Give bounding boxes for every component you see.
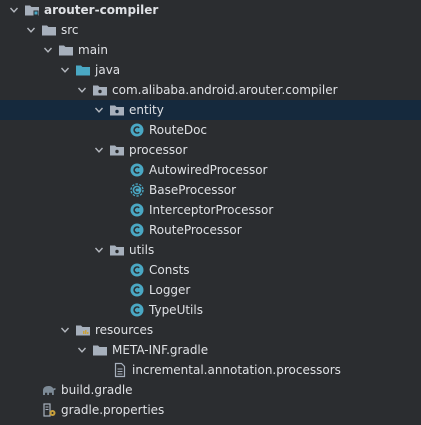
class-icon [129, 302, 145, 318]
tree-item-typeutils[interactable]: TypeUtils [0, 300, 421, 320]
chevron-down-icon[interactable] [75, 340, 89, 360]
package-icon [109, 142, 125, 158]
tree-item-consts[interactable]: Consts [0, 260, 421, 280]
resources-folder-icon [75, 322, 91, 338]
chevron-down-icon[interactable] [58, 320, 72, 340]
tree-item-label: processor [129, 143, 188, 157]
tree-item-label: gradle.properties [61, 403, 165, 417]
tree-item-label: META-INF.gradle [112, 343, 209, 357]
folder-icon [92, 342, 108, 358]
tree-item-package-root[interactable]: com.alibaba.android.arouter.compiler [0, 80, 421, 100]
tree-item-routedoc[interactable]: RouteDoc [0, 120, 421, 140]
tree-item-label: InterceptorProcessor [149, 203, 274, 217]
tree-item-build-gradle[interactable]: build.gradle [0, 380, 421, 400]
tree-item-autowiredprocessor[interactable]: AutowiredProcessor [0, 160, 421, 180]
tree-item-label: BaseProcessor [149, 183, 237, 197]
tree-item-label: java [95, 63, 121, 77]
tree-item-meta-inf-gradle[interactable]: META-INF.gradle [0, 340, 421, 360]
module-folder-icon [24, 2, 40, 18]
tree-item-baseprocessor[interactable]: BaseProcessor [0, 180, 421, 200]
package-icon [109, 242, 125, 258]
tree-item-java[interactable]: java [0, 60, 421, 80]
tree-item-label: Logger [149, 283, 191, 297]
tree-item-logger[interactable]: Logger [0, 280, 421, 300]
tree-item-interceptorprocessor[interactable]: InterceptorProcessor [0, 200, 421, 220]
source-root-folder-icon [75, 62, 91, 78]
tree-item-label: utils [129, 243, 155, 257]
class-icon [129, 282, 145, 298]
tree-item-label: resources [95, 323, 154, 337]
tree-item-label: src [61, 23, 79, 37]
folder-icon [58, 42, 74, 58]
chevron-down-icon[interactable] [75, 80, 89, 100]
tree-item-routeprocessor[interactable]: RouteProcessor [0, 220, 421, 240]
tree-item-src[interactable]: src [0, 20, 421, 40]
tree-item-label: build.gradle [61, 383, 133, 397]
tree-item-label: incremental.annotation.processors [132, 363, 341, 377]
tree-item-utils[interactable]: utils [0, 240, 421, 260]
tree-item-label: Consts [149, 263, 190, 277]
class-icon [129, 202, 145, 218]
chevron-down-icon[interactable] [92, 140, 106, 160]
tree-item-label: TypeUtils [149, 303, 203, 317]
gradle-elephant-icon [41, 382, 57, 398]
chevron-down-icon[interactable] [41, 40, 55, 60]
tree-item-label: RouteProcessor [149, 223, 242, 237]
package-icon [92, 82, 108, 98]
chevron-down-icon[interactable] [7, 0, 21, 20]
class-icon [129, 262, 145, 278]
abstract-class-icon [129, 182, 145, 198]
package-icon [109, 102, 125, 118]
folder-icon [41, 22, 57, 38]
tree-item-label: entity [129, 103, 164, 117]
tree-item-label: arouter-compiler [44, 3, 159, 17]
class-icon [129, 222, 145, 238]
chevron-down-icon[interactable] [58, 60, 72, 80]
tree-item-processor[interactable]: processor [0, 140, 421, 160]
class-icon [129, 122, 145, 138]
tree-item-incremental-annotation-processors[interactable]: incremental.annotation.processors [0, 360, 421, 380]
tree-item-gradle-properties[interactable]: gradle.properties [0, 400, 421, 420]
chevron-down-icon[interactable] [24, 20, 38, 40]
chevron-down-icon[interactable] [92, 240, 106, 260]
tree-item-arouter-compiler[interactable]: arouter-compiler [0, 0, 421, 20]
tree-item-entity[interactable]: entity [0, 100, 421, 120]
tree-item-label: AutowiredProcessor [149, 163, 268, 177]
tree-item-resources[interactable]: resources [0, 320, 421, 340]
tree-item-main[interactable]: main [0, 40, 421, 60]
gradle-properties-icon [41, 402, 57, 418]
file-icon [112, 362, 128, 378]
chevron-down-icon[interactable] [92, 100, 106, 120]
tree-item-label: com.alibaba.android.arouter.compiler [112, 83, 338, 97]
project-tree: arouter-compiler src main java com.aliba… [0, 0, 421, 425]
class-icon [129, 162, 145, 178]
tree-item-label: RouteDoc [149, 123, 208, 137]
tree-item-label: main [78, 43, 108, 57]
